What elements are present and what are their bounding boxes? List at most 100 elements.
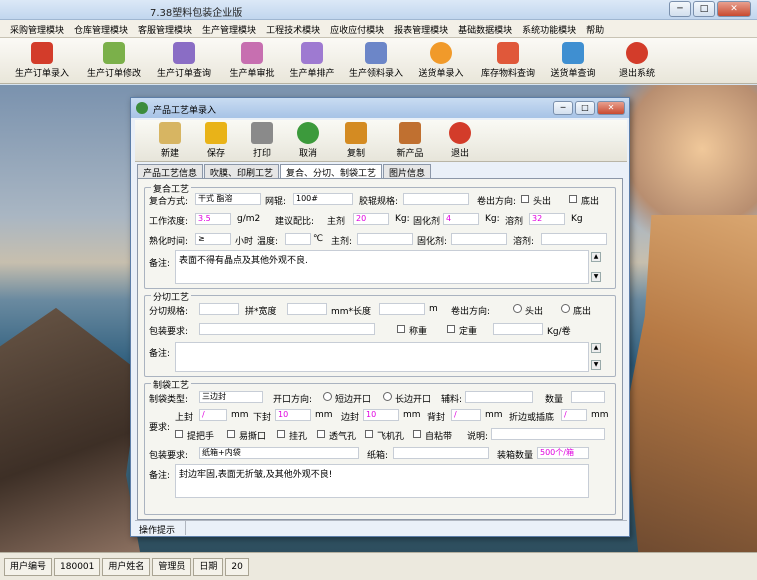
weigh-checkbox[interactable]	[397, 325, 405, 333]
btn-label: 取消	[298, 149, 317, 159]
curing-agent-input[interactable]: 4	[443, 213, 479, 225]
solvent-input[interactable]: 32	[529, 213, 565, 225]
bag-type-input[interactable]: 三边封	[199, 391, 263, 403]
tab-images[interactable]: 图片信息	[383, 164, 432, 179]
slit-pack-input[interactable]	[199, 323, 375, 335]
temp-input[interactable]	[285, 233, 311, 245]
tb-stock-query[interactable]: 库存物料查询	[476, 40, 540, 82]
tb-delivery-entry[interactable]: 送货单录入	[412, 40, 470, 82]
solvent2-input[interactable]	[541, 233, 607, 245]
aux-input[interactable]	[465, 391, 533, 403]
main2-input[interactable]	[357, 233, 413, 245]
slit-note-scroll-up[interactable]: ▲	[591, 343, 601, 353]
slit-tail-out-label: 底出	[573, 307, 592, 317]
menu-service[interactable]: 客服管理模块	[134, 20, 198, 37]
curing2-input[interactable]	[451, 233, 507, 245]
tb-approve[interactable]: 生产单审批	[224, 40, 280, 82]
back-seal-input[interactable]: /	[451, 409, 481, 421]
work-conc-input[interactable]: 3.5	[195, 213, 231, 225]
mm-2: mm	[315, 410, 333, 420]
fixed-weight-checkbox[interactable]	[447, 325, 455, 333]
menu-production[interactable]: 生产管理模块	[198, 20, 262, 37]
tb-order-query[interactable]: 生产订单查询	[152, 40, 216, 82]
head-out-checkbox[interactable]	[521, 195, 529, 203]
mesh-input[interactable]: 100#	[293, 193, 353, 205]
note-scroll-down[interactable]: ▼	[591, 272, 601, 282]
slit-note-scroll-down[interactable]: ▼	[591, 360, 601, 370]
work-conc-label: 工作浓度:	[149, 217, 189, 227]
length-input[interactable]	[379, 303, 425, 315]
aging-input[interactable]: ≥	[195, 233, 231, 245]
tb-material[interactable]: 生产领料录入	[344, 40, 408, 82]
tb-order-entry[interactable]: 生产订单录入	[10, 40, 74, 82]
tear-notch-checkbox[interactable]	[227, 430, 235, 438]
short-open-radio[interactable]	[323, 392, 332, 401]
copy-button[interactable]: 复制	[335, 122, 377, 159]
method-input[interactable]: 干式 酯溶	[195, 193, 261, 205]
curing2-label: 固化剂:	[417, 237, 448, 247]
cancel-button[interactable]: 取消	[287, 122, 329, 159]
main-agent-input[interactable]: 20	[353, 213, 389, 225]
menu-reports[interactable]: 报表管理模块	[390, 20, 454, 37]
bag-pack-input[interactable]: 纸箱+内袋	[199, 447, 359, 459]
slit-note-input[interactable]	[175, 342, 589, 372]
note-scroll-up[interactable]: ▲	[591, 252, 601, 262]
tb-delivery-query[interactable]: 送货单查询	[545, 40, 601, 82]
tab-product-process[interactable]: 产品工艺信息	[137, 164, 204, 179]
tb-order-edit[interactable]: 生产订单修改	[82, 40, 146, 82]
desc-input[interactable]	[491, 428, 605, 440]
roll-dir-label: 卷出方向:	[477, 197, 517, 207]
plane-hole-label: 飞机孔	[377, 432, 405, 442]
fold-input[interactable]: /	[561, 409, 587, 421]
adhesive-strip-checkbox[interactable]	[413, 430, 421, 438]
dialog-minimize-button[interactable]: ─	[553, 101, 573, 115]
back-seal-label: 背封	[427, 413, 446, 423]
film-spec-input[interactable]	[403, 193, 469, 205]
close-button[interactable]: ✕	[717, 1, 751, 17]
dialog-maximize-button[interactable]: □	[575, 101, 595, 115]
bottom-seal-input[interactable]: 10	[275, 409, 311, 421]
split-width-input[interactable]	[287, 303, 327, 315]
composite-note-input[interactable]: 表面不得有晶点及其他外观不良.	[175, 250, 589, 284]
stock-icon	[497, 42, 519, 64]
tab-laminate-slit-bag[interactable]: 复合、分切、制袋工艺	[280, 164, 383, 179]
save-button[interactable]: 保存	[195, 122, 237, 159]
new-product-button[interactable]: 新产品	[389, 122, 431, 159]
bag-note-input[interactable]: 封边牢固,表面无折皱,及其他外观不良!	[175, 464, 589, 498]
plane-hole-checkbox[interactable]	[365, 430, 373, 438]
menu-engineering[interactable]: 工程技术模块	[262, 20, 326, 37]
menu-warehouse[interactable]: 仓库管理模块	[70, 20, 134, 37]
menu-purchase[interactable]: 采购管理模块	[6, 20, 70, 37]
print-button[interactable]: 打印	[241, 122, 283, 159]
slit-head-out-radio[interactable]	[513, 304, 522, 313]
hang-hole-checkbox[interactable]	[277, 430, 285, 438]
qty-input[interactable]	[571, 391, 605, 403]
menu-system[interactable]: 系统功能模块	[518, 20, 582, 37]
tb-label: 库存物料查询	[480, 69, 535, 79]
minimize-button[interactable]: ─	[669, 1, 691, 17]
handle-checkbox[interactable]	[175, 430, 183, 438]
slit-tail-out-radio[interactable]	[561, 304, 570, 313]
vent-hole-checkbox[interactable]	[317, 430, 325, 438]
mm-1: mm	[231, 410, 249, 420]
menu-help[interactable]: 帮助	[582, 20, 610, 37]
new-button[interactable]: 新建	[149, 122, 191, 159]
slit-spec-input[interactable]	[199, 303, 239, 315]
kg-roll-input[interactable]	[493, 323, 543, 335]
exit-button[interactable]: 退出	[439, 122, 481, 159]
top-seal-input[interactable]: /	[199, 409, 227, 421]
long-open-radio[interactable]	[383, 392, 392, 401]
tab-blowing-printing[interactable]: 吹膜、印刷工艺	[204, 164, 280, 179]
box-qty-input[interactable]: 500个/箱	[537, 447, 589, 459]
side-seal-input[interactable]: 10	[363, 409, 399, 421]
tb-exit[interactable]: 退出系统	[612, 40, 662, 82]
tail-out-checkbox[interactable]	[569, 195, 577, 203]
req-label: 要求:	[149, 423, 171, 433]
carton-input[interactable]	[393, 447, 489, 459]
maximize-button[interactable]: □	[693, 1, 715, 17]
menu-basedata[interactable]: 基础数据模块	[454, 20, 518, 37]
btn-label: 打印	[252, 149, 271, 159]
dialog-close-button[interactable]: ✕	[597, 101, 625, 115]
tb-schedule[interactable]: 生产单排产	[284, 40, 340, 82]
menu-finance[interactable]: 应收应付模块	[326, 20, 390, 37]
